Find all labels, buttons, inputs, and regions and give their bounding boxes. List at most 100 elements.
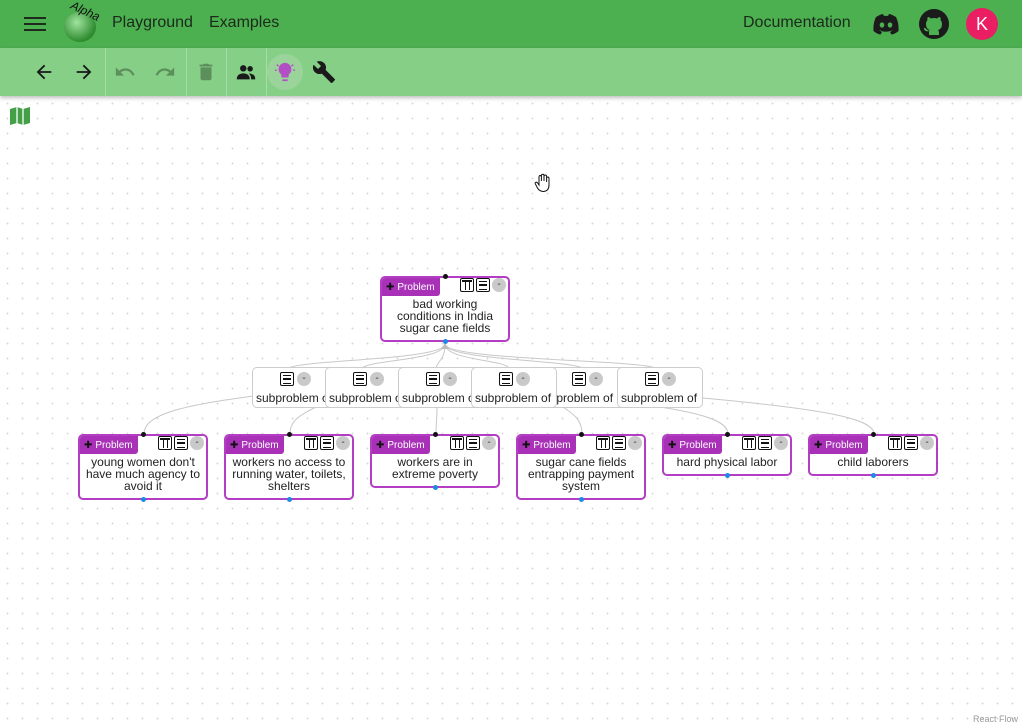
wrench-icon[interactable]	[308, 56, 340, 88]
list-icon[interactable]	[320, 436, 334, 450]
node-type-badge: ✚ Problem	[372, 436, 430, 454]
undo-icon[interactable]	[109, 56, 141, 88]
list-icon[interactable]	[645, 372, 659, 386]
list-icon[interactable]	[758, 436, 772, 450]
puzzle-icon: ✚	[522, 439, 531, 451]
list-icon[interactable]	[499, 372, 513, 386]
node-text[interactable]: child laborers	[810, 454, 936, 474]
nav-playground-link[interactable]: Playground	[112, 14, 193, 32]
subproblem-label: subproblem of	[402, 391, 479, 405]
collapse-button[interactable]: -	[492, 278, 506, 292]
table-icon[interactable]	[450, 436, 464, 450]
node-handle-bottom[interactable]	[286, 497, 292, 502]
node-type-badge: ✚ Problem	[226, 436, 284, 454]
list-icon[interactable]	[174, 436, 188, 450]
list-icon[interactable]	[572, 372, 586, 386]
trash-icon[interactable]	[190, 56, 222, 88]
subproblem-label: subproblem of	[475, 391, 552, 405]
collapse-button[interactable]: -	[589, 372, 603, 386]
table-icon[interactable]	[596, 436, 610, 450]
discord-icon[interactable]	[870, 8, 902, 40]
logo[interactable]: Alpha	[64, 0, 102, 42]
node-type-badge: ✚ Problem	[518, 436, 576, 454]
list-icon[interactable]	[466, 436, 480, 450]
problem-node-root[interactable]: ✚ Problem - bad working conditions in Ind…	[380, 274, 510, 344]
collapse-button[interactable]: -	[443, 372, 457, 386]
node-text[interactable]: workers are in extreme poverty	[372, 454, 498, 486]
nav-examples-link[interactable]: Examples	[209, 14, 279, 32]
toolbar	[0, 48, 1022, 96]
node-text[interactable]: bad working conditions in India sugar ca…	[382, 296, 508, 340]
table-icon[interactable]	[888, 436, 902, 450]
table-icon[interactable]	[460, 278, 474, 292]
app-bar: Alpha Playground Examples Documentation …	[0, 0, 1022, 48]
node-text[interactable]: workers no access to running water, toil…	[226, 454, 352, 498]
subproblem-label: subproblem of	[256, 391, 333, 405]
node-text[interactable]: sugar cane fields entrapping payment sys…	[518, 454, 644, 498]
collapse-button[interactable]: -	[336, 436, 350, 450]
list-icon[interactable]	[904, 436, 918, 450]
collapse-button[interactable]: -	[190, 436, 204, 450]
user-avatar[interactable]: K	[966, 8, 998, 40]
node-text[interactable]: hard physical labor	[664, 454, 790, 474]
back-arrow-icon[interactable]	[28, 56, 60, 88]
list-icon[interactable]	[476, 278, 490, 292]
puzzle-icon: ✚	[230, 439, 239, 451]
nav-documentation-link[interactable]: Documentation	[743, 14, 851, 32]
react-flow-attribution[interactable]: React Flow	[973, 714, 1018, 724]
problem-node[interactable]: ✚ Problem - hard physical labor	[662, 432, 792, 478]
hand-cursor-icon	[534, 173, 550, 193]
node-handle-bottom[interactable]	[432, 485, 438, 490]
list-icon[interactable]	[353, 372, 367, 386]
toolbar-divider	[105, 48, 106, 96]
problem-node[interactable]: ✚ Problem - workers no access to running …	[224, 432, 354, 502]
node-handle-bottom[interactable]	[724, 473, 730, 478]
collapse-button[interactable]: -	[920, 436, 934, 450]
node-handle-bottom[interactable]	[578, 497, 584, 502]
map-book-icon[interactable]	[9, 106, 31, 126]
problem-node[interactable]: ✚ Problem - young women don't have much a…	[78, 432, 208, 502]
lightbulb-icon[interactable]	[267, 54, 303, 90]
list-icon[interactable]	[280, 372, 294, 386]
node-type-label: Problem	[679, 439, 717, 451]
puzzle-icon: ✚	[814, 439, 823, 451]
subproblem-label: subproblem of	[621, 391, 698, 405]
collapse-button[interactable]: -	[370, 372, 384, 386]
forward-arrow-icon[interactable]	[68, 56, 100, 88]
collapse-button[interactable]: -	[516, 372, 530, 386]
table-icon[interactable]	[304, 436, 318, 450]
toolbar-divider	[226, 48, 227, 96]
github-icon[interactable]	[918, 8, 950, 40]
node-type-label: Problem	[825, 439, 863, 451]
node-text[interactable]: young women don't have much agency to av…	[80, 454, 206, 498]
collapse-button[interactable]: -	[482, 436, 496, 450]
table-icon[interactable]	[742, 436, 756, 450]
node-type-badge: ✚ Problem	[382, 278, 440, 296]
node-handle-bottom[interactable]	[870, 473, 876, 478]
toolbar-divider	[186, 48, 187, 96]
redo-icon[interactable]	[149, 56, 181, 88]
table-icon[interactable]	[158, 436, 172, 450]
node-handle-bottom[interactable]	[140, 497, 146, 502]
collapse-button[interactable]: -	[297, 372, 311, 386]
subproblem-node[interactable]: - subproblem of	[471, 367, 557, 408]
problem-node[interactable]: ✚ Problem - sugar cane fields entrapping …	[516, 432, 646, 502]
menu-icon[interactable]	[24, 14, 46, 34]
problem-node[interactable]: ✚ Problem - workers are in extreme povert…	[370, 432, 500, 490]
list-icon[interactable]	[426, 372, 440, 386]
flow-canvas[interactable]: React Flow	[0, 96, 1022, 728]
node-type-label: Problem	[241, 439, 279, 451]
node-handle-bottom[interactable]	[442, 339, 448, 344]
people-icon[interactable]	[230, 56, 262, 88]
puzzle-icon: ✚	[668, 439, 677, 451]
puzzle-icon: ✚	[386, 281, 395, 293]
node-type-label: Problem	[387, 439, 425, 451]
collapse-button[interactable]: -	[662, 372, 676, 386]
puzzle-icon: ✚	[376, 439, 385, 451]
list-icon[interactable]	[612, 436, 626, 450]
subproblem-node[interactable]: - subproblem of	[617, 367, 703, 408]
collapse-button[interactable]: -	[774, 436, 788, 450]
collapse-button[interactable]: -	[628, 436, 642, 450]
problem-node[interactable]: ✚ Problem - child laborers	[808, 432, 938, 478]
node-type-badge: ✚ Problem	[664, 436, 722, 454]
